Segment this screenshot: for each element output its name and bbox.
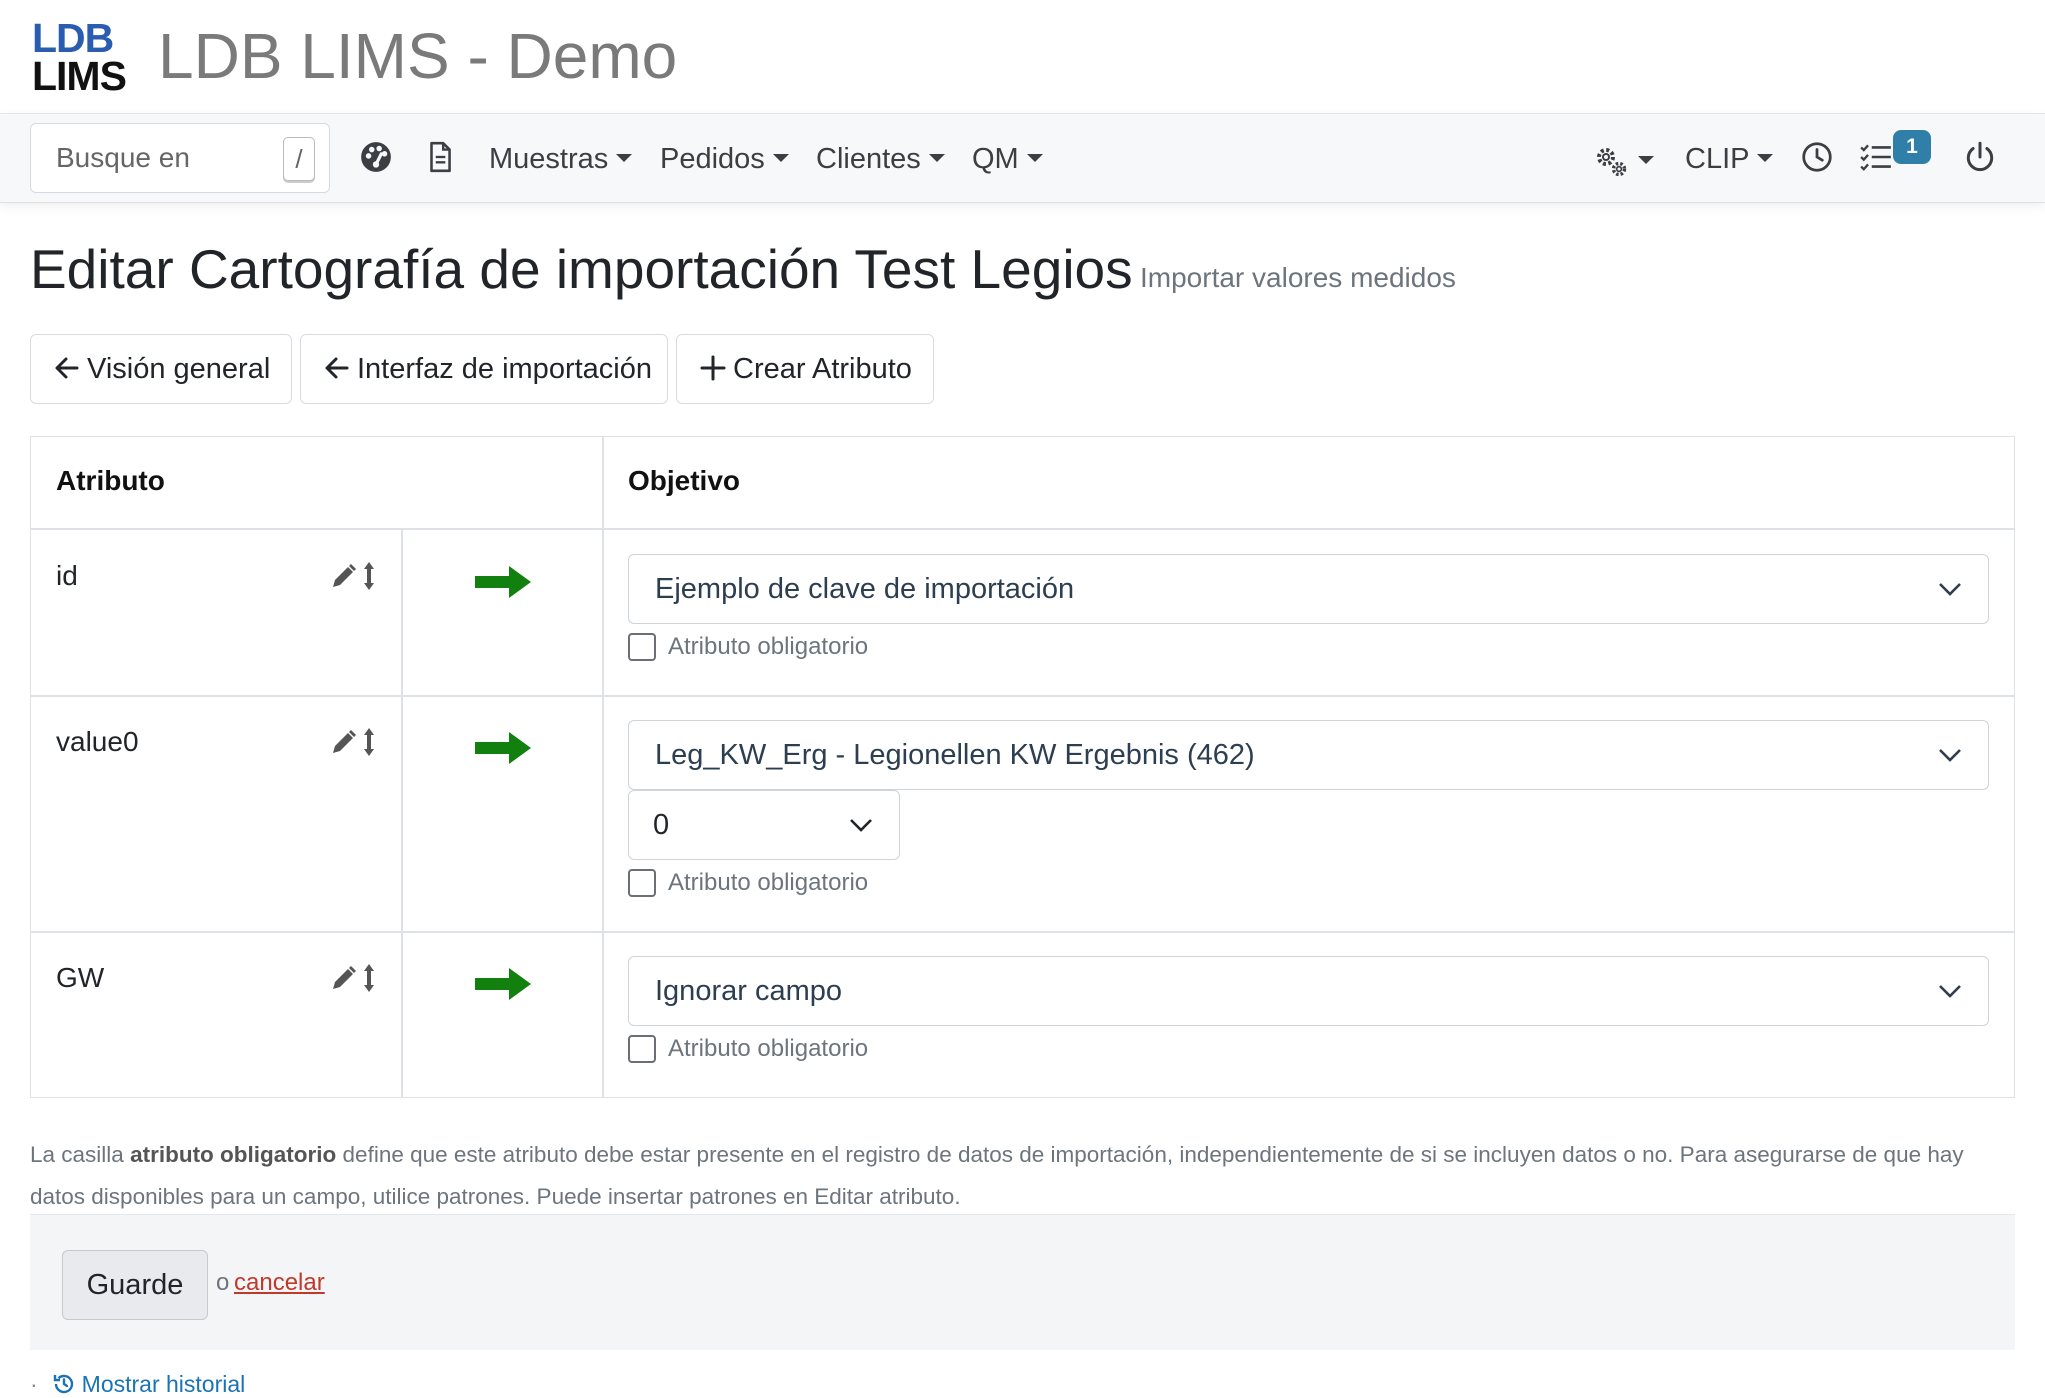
required-checkbox-label[interactable]: Atributo obligatorio bbox=[668, 869, 868, 897]
app-header: LDB LIMS LDB LIMS - Demo bbox=[0, 0, 2045, 113]
caret-down-icon bbox=[1757, 154, 1774, 163]
caret-down-icon bbox=[928, 154, 945, 163]
target-select[interactable]: Ignorar campo bbox=[628, 956, 1989, 1026]
chevron-down-icon bbox=[1939, 749, 1961, 762]
power-icon[interactable] bbox=[1963, 140, 1997, 174]
mapping-arrow-icon bbox=[475, 968, 531, 1000]
index-select[interactable]: 0 bbox=[628, 790, 900, 860]
reorder-icon[interactable] bbox=[364, 964, 374, 992]
logo-line1: LDB bbox=[32, 15, 114, 61]
required-checkbox-label[interactable]: Atributo obligatorio bbox=[668, 1035, 868, 1063]
menu-clientes[interactable]: Clientes bbox=[816, 139, 945, 179]
help-text-prefix: La casilla bbox=[30, 1142, 131, 1167]
menu-muestras-label: Muestras bbox=[489, 143, 609, 175]
import-interface-button-label: Interfaz de importación bbox=[357, 353, 652, 385]
table-divider bbox=[31, 695, 2014, 697]
row-3-actions bbox=[333, 964, 374, 992]
mapping-arrow-icon bbox=[475, 732, 531, 764]
reorder-icon[interactable] bbox=[364, 728, 374, 756]
user-menu[interactable]: CLIP bbox=[1685, 139, 1774, 179]
create-attribute-button[interactable]: Crear Atributo bbox=[676, 334, 934, 404]
table-divider bbox=[31, 931, 2014, 933]
menu-pedidos-label: Pedidos bbox=[660, 143, 765, 175]
header-attribute: Atributo bbox=[56, 465, 165, 496]
required-checkbox[interactable] bbox=[628, 869, 656, 897]
chevron-down-icon bbox=[1939, 583, 1961, 596]
history-icon[interactable] bbox=[52, 1372, 76, 1396]
target-select-value: Ignorar campo bbox=[655, 975, 842, 1007]
settings-menu[interactable] bbox=[1594, 141, 1654, 181]
plus-icon bbox=[700, 355, 726, 381]
target-select[interactable]: Ejemplo de clave de importación bbox=[628, 554, 1989, 624]
dashboard-icon[interactable] bbox=[359, 140, 393, 174]
search-input[interactable] bbox=[31, 124, 271, 192]
user-menu-label: CLIP bbox=[1685, 143, 1750, 175]
caret-down-icon bbox=[616, 154, 633, 163]
chevron-down-icon bbox=[1939, 985, 1961, 998]
target-select[interactable]: Leg_KW_Erg - Legionellen KW Ergebnis (46… bbox=[628, 720, 1989, 790]
logo-line2: LIMS bbox=[32, 53, 127, 99]
target-select-value: Ejemplo de clave de importación bbox=[655, 573, 1075, 605]
ldb-lims-logo[interactable]: LDB LIMS bbox=[32, 15, 127, 99]
attribute-name: GW bbox=[56, 962, 105, 993]
required-checkbox[interactable] bbox=[628, 1035, 656, 1063]
row-1-actions bbox=[333, 562, 374, 590]
edit-pencil-icon[interactable] bbox=[333, 730, 356, 753]
tasks-count-badge: 1 bbox=[1893, 130, 1931, 164]
main-navbar: / Muestras Pedidos Clientes QM CLIP bbox=[0, 113, 2045, 203]
menu-qm-label: QM bbox=[972, 143, 1019, 175]
search-shortcut-hint: / bbox=[283, 137, 315, 181]
page-subtitle: Importar valores medidos bbox=[1140, 262, 1456, 293]
page-title: Editar Cartografía de importación Test L… bbox=[30, 238, 1133, 300]
search-box: / bbox=[30, 123, 330, 193]
menu-muestras[interactable]: Muestras bbox=[489, 139, 633, 179]
import-interface-button[interactable]: Interfaz de importación bbox=[300, 334, 668, 404]
overview-button[interactable]: Visión general bbox=[30, 334, 292, 404]
required-checkbox-row[interactable]: Atributo obligatorio bbox=[628, 633, 868, 663]
overview-button-label: Visión general bbox=[87, 353, 271, 385]
cancel-link[interactable]: cancelar bbox=[234, 1269, 325, 1297]
document-icon[interactable] bbox=[423, 140, 457, 174]
row-2-actions bbox=[333, 728, 374, 756]
menu-qm[interactable]: QM bbox=[972, 139, 1043, 179]
required-checkbox-row[interactable]: Atributo obligatorio bbox=[628, 869, 868, 899]
task-list-icon[interactable] bbox=[1859, 140, 1893, 174]
show-history-link[interactable]: Mostrar historial bbox=[82, 1371, 246, 1397]
form-actions: Guarde o cancelar bbox=[30, 1214, 2015, 1350]
table-divider bbox=[401, 529, 403, 1097]
bullet: · bbox=[30, 1371, 38, 1397]
app-title: LDB LIMS - Demo bbox=[158, 20, 678, 92]
help-text-bold: atributo obligatorio bbox=[130, 1142, 337, 1167]
create-attribute-button-label: Crear Atributo bbox=[733, 353, 912, 385]
menu-clientes-label: Clientes bbox=[816, 143, 921, 175]
table-divider bbox=[31, 528, 2014, 530]
table-divider bbox=[602, 437, 604, 1097]
menu-pedidos[interactable]: Pedidos bbox=[660, 139, 789, 179]
help-text: La casilla atributo obligatorio define q… bbox=[30, 1134, 2015, 1218]
clock-icon[interactable] bbox=[1800, 140, 1834, 174]
required-checkbox-row[interactable]: Atributo obligatorio bbox=[628, 1035, 868, 1065]
history-row: · Mostrar historial bbox=[30, 1370, 245, 1398]
arrow-left-icon bbox=[55, 357, 79, 379]
caret-down-icon bbox=[1026, 154, 1043, 163]
mapping-table: Atributo Objetivo id Ejemplo de clave de… bbox=[30, 436, 2015, 1098]
header-target: Objetivo bbox=[628, 465, 741, 496]
gears-icon bbox=[1597, 148, 1627, 177]
or-text: o bbox=[216, 1269, 230, 1296]
target-select-value: Leg_KW_Erg - Legionellen KW Ergebnis (46… bbox=[655, 739, 1255, 771]
mapping-arrow-icon bbox=[475, 566, 531, 598]
arrow-left-icon bbox=[325, 357, 349, 379]
reorder-icon[interactable] bbox=[364, 562, 374, 590]
save-button[interactable]: Guarde bbox=[62, 1250, 208, 1320]
edit-pencil-icon[interactable] bbox=[333, 564, 356, 587]
attribute-name: value0 bbox=[56, 726, 139, 757]
edit-pencil-icon[interactable] bbox=[333, 966, 356, 989]
index-select-value: 0 bbox=[653, 809, 670, 841]
required-checkbox[interactable] bbox=[628, 633, 656, 661]
required-checkbox-label[interactable]: Atributo obligatorio bbox=[668, 633, 868, 661]
caret-down-icon bbox=[1638, 156, 1654, 165]
caret-down-icon bbox=[772, 154, 789, 163]
chevron-down-icon bbox=[850, 819, 872, 832]
attribute-name: id bbox=[56, 560, 78, 591]
